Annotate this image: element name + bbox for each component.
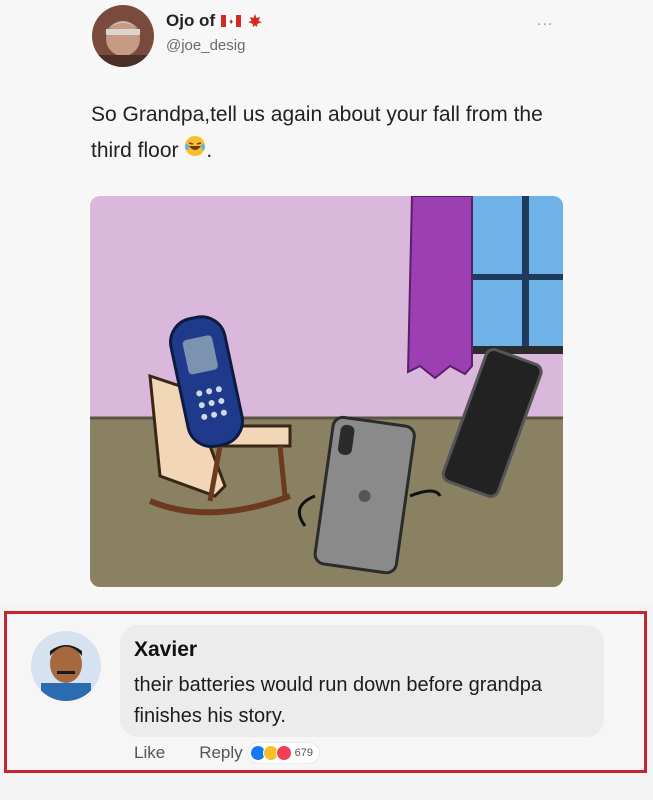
tweet-text: So Grandpa,tell us again about your fall…: [91, 97, 571, 169]
comment-bubble: Xavier their batteries would run down be…: [120, 625, 604, 737]
tweet-image-cartoon[interactable]: [90, 196, 563, 587]
maple-leaf-icon: [248, 14, 263, 27]
comment-text: their batteries would run down before gr…: [134, 674, 543, 727]
reply-button[interactable]: Reply: [199, 743, 242, 763]
reaction-count: 679: [294, 747, 314, 759]
highlighted-comment: Xavier their batteries would run down be…: [4, 611, 647, 773]
tweet-author-avatar[interactable]: [92, 5, 154, 67]
laughing-tears-emoji-icon: [184, 133, 206, 169]
love-icon: [275, 745, 292, 761]
tweet-author-name[interactable]: Ojo of ♦: [166, 11, 263, 31]
comment-actions: Like Reply 679: [134, 743, 320, 763]
canada-flag-icon: ♦: [221, 15, 242, 27]
more-options-icon[interactable]: ...: [537, 12, 553, 30]
commenter-name[interactable]: Xavier: [134, 638, 197, 662]
tweet-card: Ojo of ♦ @joe_desig ... So Grandpa,tell …: [0, 0, 653, 605]
tweet-author-handle[interactable]: @joe_desig: [166, 37, 245, 54]
reactions-summary[interactable]: 679: [247, 743, 320, 763]
commenter-avatar[interactable]: [31, 631, 101, 701]
like-button[interactable]: Like: [134, 743, 165, 763]
